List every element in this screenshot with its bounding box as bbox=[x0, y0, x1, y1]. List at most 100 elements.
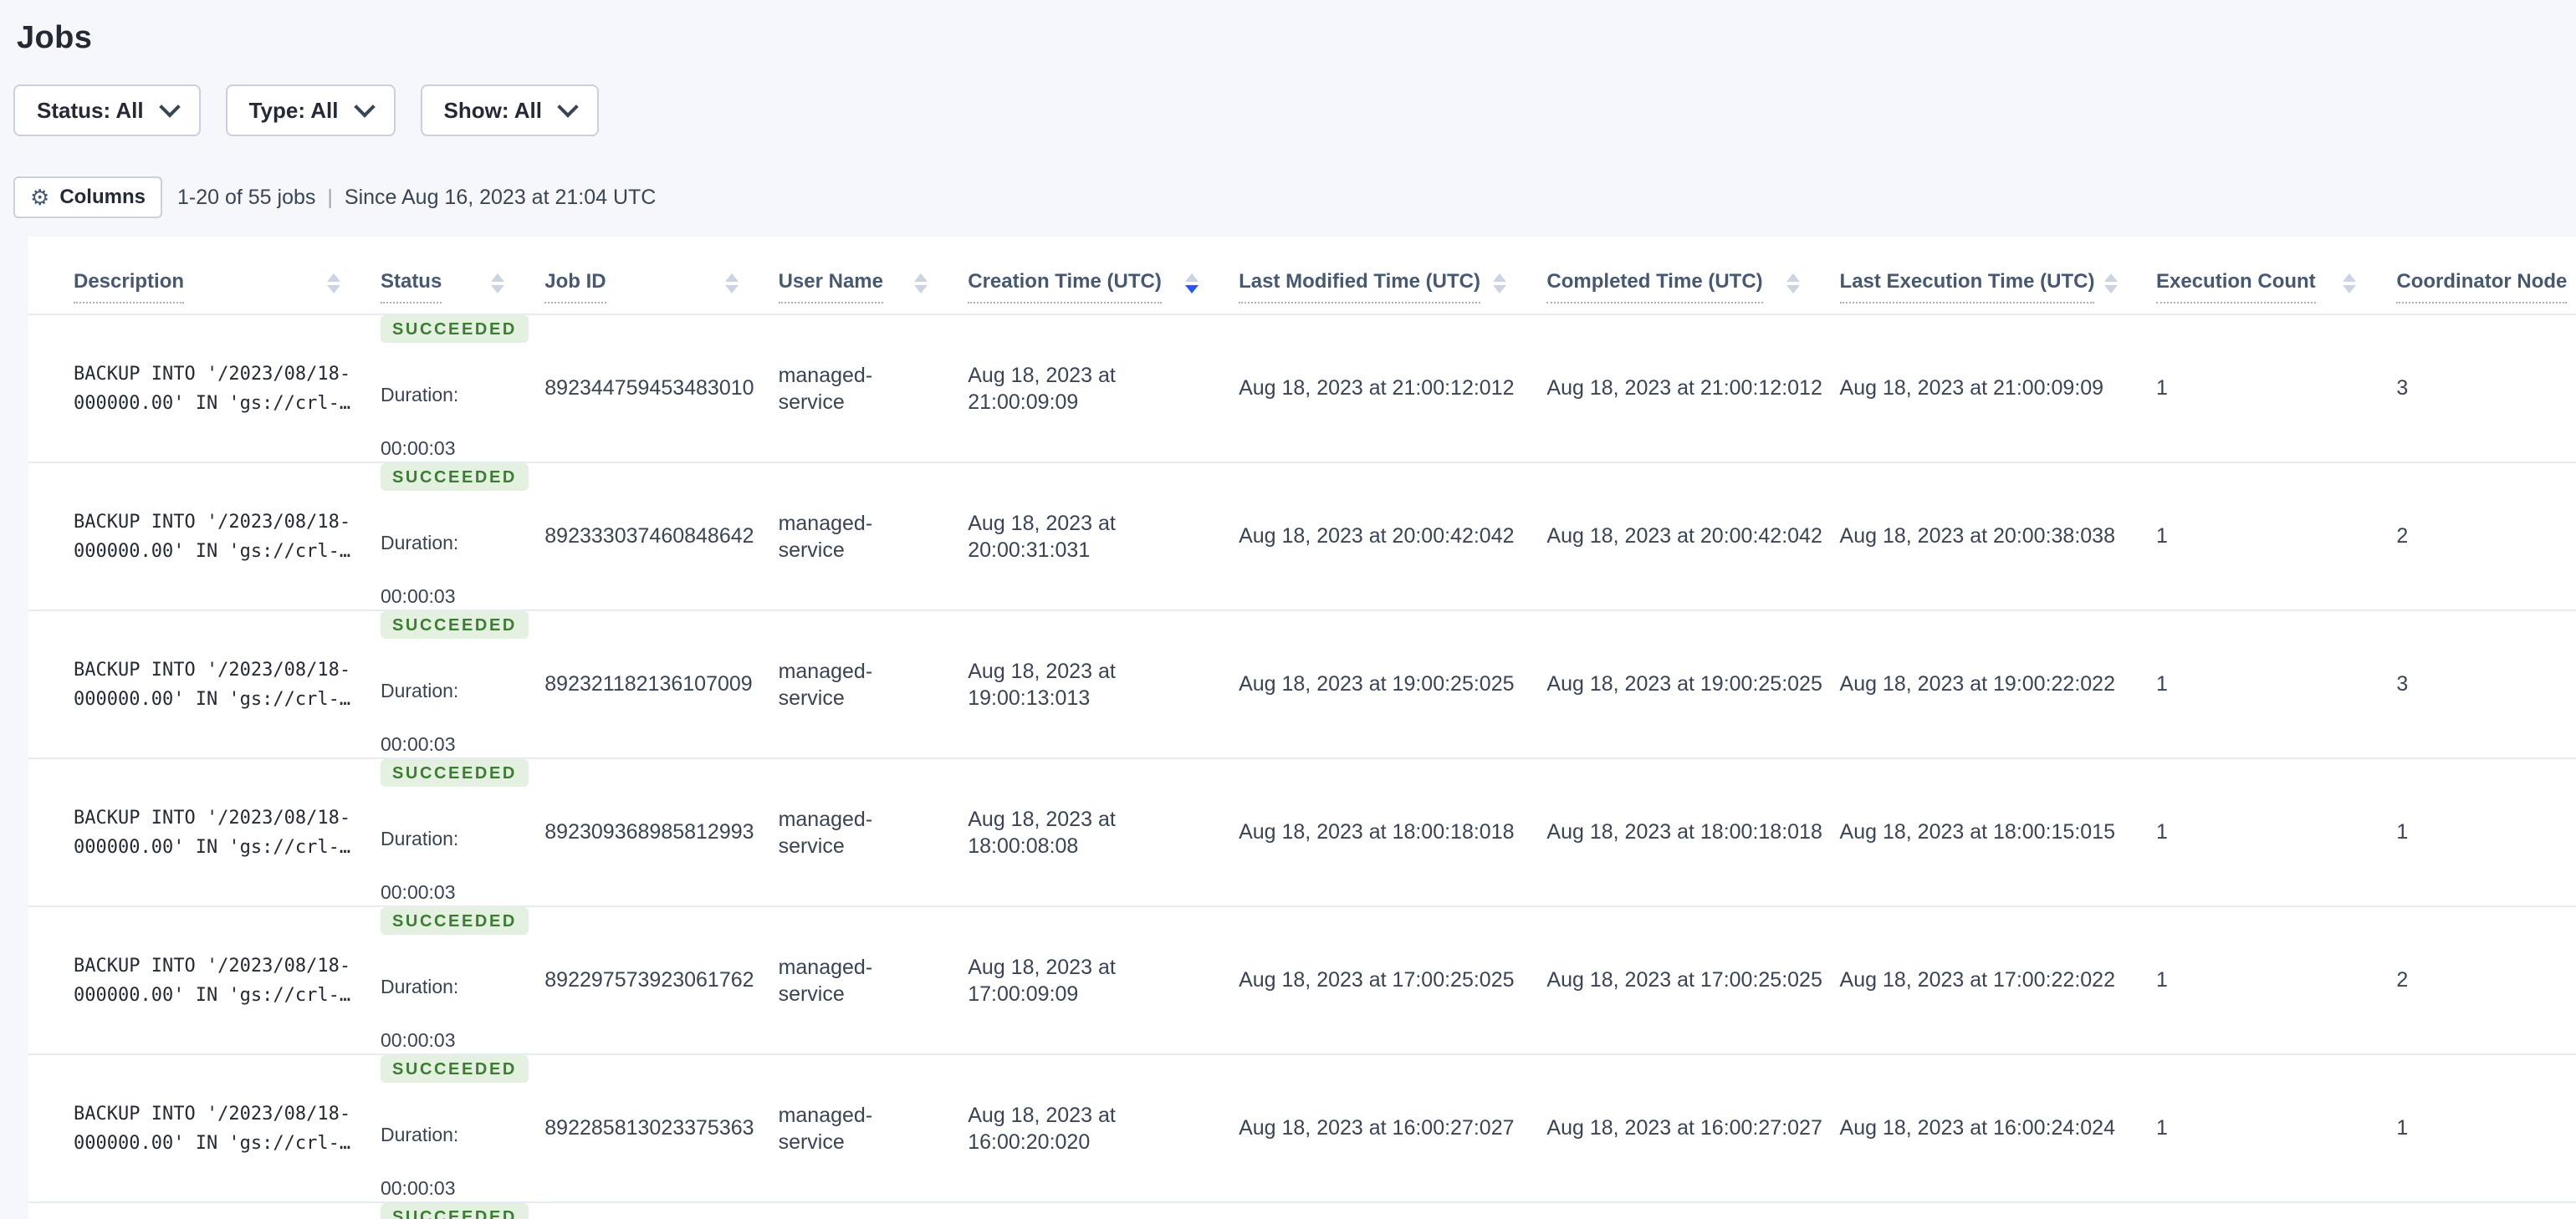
column-header-label[interactable]: Status bbox=[380, 270, 442, 303]
sort-up-icon bbox=[1185, 273, 1199, 282]
execution-count: 1 bbox=[2156, 1116, 2168, 1140]
sort-icon[interactable] bbox=[1786, 273, 1800, 293]
table-row[interactable]: BACKUP INTO '/2023/08/18- 000000.00' IN … bbox=[28, 462, 2576, 610]
execution-count: 1 bbox=[2156, 968, 2168, 992]
jobs-count: 1-20 of 55 jobs bbox=[176, 185, 316, 209]
column-header-label[interactable]: Coordinator Node bbox=[2396, 270, 2568, 303]
job-description[interactable]: BACKUP INTO '/2023/08/18- 000000.00' IN … bbox=[74, 803, 354, 862]
user-name: managed- service bbox=[778, 955, 873, 1006]
job-id: 892309368985812993 bbox=[544, 820, 754, 844]
since-timestamp: Since Aug 16, 2023 at 21:04 UTC bbox=[344, 185, 657, 209]
duration-value: 00:00:03 bbox=[380, 733, 456, 755]
table-row[interactable]: BACKUP INTO '/2023/08/18- 000000.00' IN … bbox=[28, 610, 2576, 758]
column-header-label[interactable]: Last Modified Time (UTC) bbox=[1239, 270, 1480, 303]
column-header[interactable]: Completed Time (UTC) bbox=[1546, 237, 1839, 314]
status-badge: SUCCEEDED bbox=[380, 1055, 529, 1083]
sort-down-icon bbox=[326, 285, 340, 293]
table-row[interactable]: BACKUP INTO '/2023/08/18- 000000.00' IN … bbox=[28, 906, 2576, 1054]
duration-value: 00:00:03 bbox=[380, 1177, 456, 1199]
status-badge: SUCCEEDED bbox=[380, 611, 529, 639]
duration-label: Duration: bbox=[380, 828, 459, 849]
column-header-label[interactable]: User Name bbox=[778, 270, 883, 303]
user-name: managed- service bbox=[778, 659, 873, 710]
sort-down-icon bbox=[491, 285, 505, 293]
sort-icon[interactable] bbox=[914, 273, 928, 293]
status-badge: SUCCEEDED bbox=[380, 1203, 529, 1219]
columns-button[interactable]: ⚙ Columns bbox=[13, 176, 162, 218]
job-id: 892321182136107009 bbox=[544, 672, 753, 696]
last-execution-time: Aug 18, 2023 at 19:00:22:022 bbox=[1839, 672, 2115, 696]
column-header[interactable]: Creation Time (UTC) bbox=[968, 237, 1239, 314]
status-badge: SUCCEEDED bbox=[380, 907, 529, 935]
sort-icon[interactable] bbox=[2104, 273, 2119, 293]
completed-time: Aug 18, 2023 at 18:00:18:018 bbox=[1546, 820, 1822, 844]
last-execution-time: Aug 18, 2023 at 21:00:09:09 bbox=[1839, 376, 2104, 400]
duration-value: 00:00:03 bbox=[380, 437, 456, 459]
table-row[interactable]: BACKUP INTO '/2023/08/18- 000000.00' IN … bbox=[28, 758, 2576, 906]
sort-down-icon bbox=[724, 285, 739, 293]
completed-time: Aug 18, 2023 at 17:00:25:025 bbox=[1546, 968, 1822, 992]
job-description[interactable]: BACKUP INTO '/2023/08/18- 000000.00' IN … bbox=[74, 655, 354, 714]
column-header[interactable]: Execution Count bbox=[2156, 237, 2396, 314]
status-filter-dropdown[interactable]: Status: All bbox=[13, 84, 201, 136]
column-header[interactable]: Job ID bbox=[544, 237, 778, 314]
last-modified-time: Aug 18, 2023 at 18:00:18:018 bbox=[1239, 820, 1515, 844]
last-execution-time: Aug 18, 2023 at 16:00:24:024 bbox=[1839, 1116, 2115, 1140]
column-header[interactable]: Coordinator Node bbox=[2396, 237, 2576, 314]
column-header-label[interactable]: Last Execution Time (UTC) bbox=[1839, 270, 2095, 303]
sort-icon[interactable] bbox=[2343, 273, 2357, 293]
column-header-label[interactable]: Description bbox=[74, 270, 185, 303]
sort-up-icon bbox=[326, 273, 340, 282]
coordinator-node: 2 bbox=[2396, 524, 2409, 548]
table-header-row: Description Status Job ID User Name Crea… bbox=[28, 237, 2576, 314]
column-header-label[interactable]: Execution Count bbox=[2156, 270, 2316, 303]
sort-down-icon bbox=[2104, 285, 2119, 293]
sort-icon[interactable] bbox=[724, 273, 739, 293]
column-header[interactable]: User Name bbox=[778, 237, 969, 314]
completed-time: Aug 18, 2023 at 21:00:12:012 bbox=[1546, 376, 1822, 400]
table-row[interactable]: BACKUP INTO '/2023/08/18- 000000.00' IN … bbox=[28, 314, 2576, 462]
column-header-label[interactable]: Completed Time (UTC) bbox=[1546, 270, 1763, 303]
job-description[interactable]: BACKUP INTO '/2023/08/18- 000000.00' IN … bbox=[74, 951, 354, 1010]
column-header[interactable]: Status bbox=[380, 237, 544, 314]
page-title: Jobs bbox=[17, 20, 93, 55]
last-modified-time: Aug 18, 2023 at 19:00:25:025 bbox=[1239, 672, 1515, 696]
column-header[interactable]: Last Modified Time (UTC) bbox=[1239, 237, 1546, 314]
column-header[interactable]: Description bbox=[28, 237, 381, 314]
last-modified-time: Aug 18, 2023 at 16:00:27:027 bbox=[1239, 1116, 1515, 1140]
creation-time: Aug 18, 2023 at 18:00:08:08 bbox=[968, 807, 1116, 858]
job-id: 892344759453483010 bbox=[544, 376, 754, 400]
sort-icon[interactable] bbox=[326, 273, 340, 293]
sort-icon[interactable] bbox=[1185, 273, 1199, 293]
sort-up-icon bbox=[2343, 273, 2357, 282]
type-filter-dropdown[interactable]: Type: All bbox=[225, 84, 396, 136]
execution-count: 1 bbox=[2156, 672, 2168, 696]
duration-label: Duration: bbox=[380, 532, 459, 553]
job-description[interactable]: BACKUP INTO '/2023/08/18- 000000.00' IN … bbox=[74, 1099, 354, 1158]
sort-up-icon bbox=[724, 273, 739, 282]
table-row[interactable]: BACKUP INTO '/2023/08/18- 000000.00' IN … bbox=[28, 1054, 2576, 1202]
table-row[interactable]: BACKUP INTO '/2023/08/18- 000000.00' IN … bbox=[28, 1202, 2576, 1219]
sort-icon[interactable] bbox=[491, 273, 505, 293]
creation-time: Aug 18, 2023 at 20:00:31:031 bbox=[968, 511, 1116, 562]
table-toolbar: ⚙ Columns 1-20 of 55 jobs | Since Aug 16… bbox=[13, 176, 2576, 218]
status-badge: SUCCEEDED bbox=[380, 463, 529, 491]
chevron-down-icon bbox=[353, 96, 376, 118]
execution-count: 1 bbox=[2156, 524, 2168, 548]
job-description[interactable]: BACKUP INTO '/2023/08/18- 000000.00' IN … bbox=[74, 360, 354, 418]
sort-down-icon bbox=[1493, 285, 1507, 293]
column-header-label[interactable]: Creation Time (UTC) bbox=[968, 270, 1162, 303]
column-header[interactable]: Last Execution Time (UTC) bbox=[1839, 237, 2156, 314]
sort-icon[interactable] bbox=[1493, 273, 1507, 293]
status-filter-label: Status: All bbox=[37, 97, 144, 123]
last-execution-time: Aug 18, 2023 at 17:00:22:022 bbox=[1839, 968, 2115, 992]
sort-up-icon bbox=[914, 273, 928, 282]
show-filter-dropdown[interactable]: Show: All bbox=[420, 84, 599, 136]
job-id: 892333037460848642 bbox=[544, 524, 754, 548]
execution-count: 1 bbox=[2156, 376, 2168, 400]
last-execution-time: Aug 18, 2023 at 20:00:38:038 bbox=[1839, 524, 2115, 548]
job-description[interactable]: BACKUP INTO '/2023/08/18- 000000.00' IN … bbox=[74, 507, 354, 566]
status-badge: SUCCEEDED bbox=[380, 315, 529, 343]
column-header-label[interactable]: Job ID bbox=[544, 270, 606, 303]
coordinator-node: 1 bbox=[2396, 820, 2409, 844]
